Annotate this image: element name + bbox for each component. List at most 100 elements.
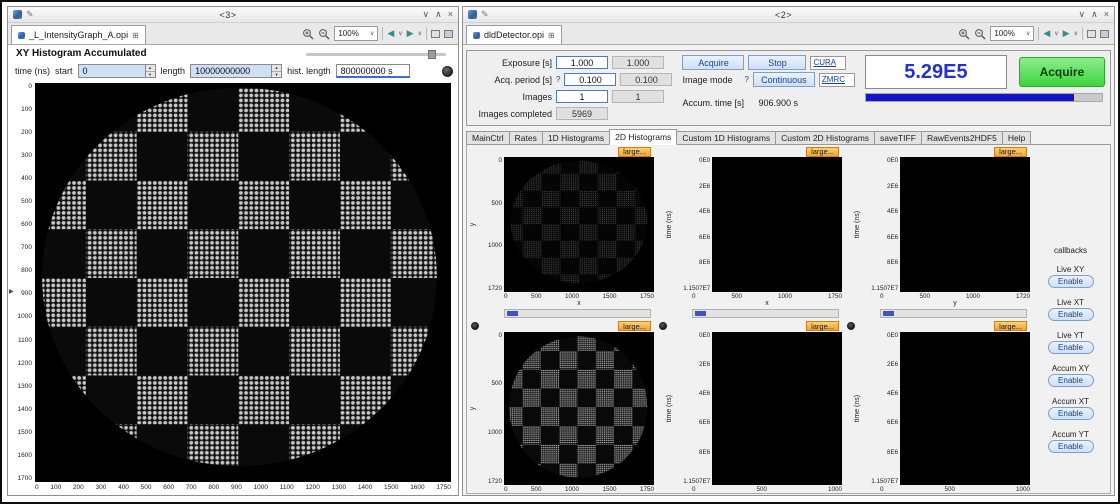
large-button[interactable]: large... [618, 147, 651, 157]
tab-mainctrl[interactable]: MainCtrl [466, 131, 510, 145]
toolbar-separator [382, 27, 383, 40]
images-set-field[interactable]: 1 [556, 90, 608, 103]
maximize-view-icon[interactable] [1100, 30, 1109, 38]
length-spinner[interactable]: ▲▼ [271, 65, 281, 77]
xy-histogram-plot: 0100200300400500600700800900100011001200… [10, 83, 451, 493]
tab-rates[interactable]: Rates [509, 131, 543, 145]
plot-slider[interactable] [504, 309, 651, 318]
zoom-level-select[interactable]: 100% ∨ [334, 26, 378, 41]
minimize-icon[interactable]: ∨ [1079, 9, 1086, 20]
pin-view-icon[interactable] [431, 30, 440, 38]
zoom-out-icon[interactable] [318, 28, 330, 40]
tab-2d-histograms[interactable]: 2D Histograms [609, 129, 677, 145]
enable-live-yt-button[interactable]: Enable [1048, 341, 1094, 354]
spin-down-icon[interactable]: ▼ [272, 72, 281, 78]
enable-accum-xy-button[interactable]: Enable [1048, 374, 1094, 387]
start-spinner[interactable]: ▲▼ [145, 65, 155, 77]
help-icon[interactable]: ? [744, 75, 748, 84]
zoom-level-select[interactable]: 100% ∨ [990, 26, 1034, 41]
exposure-set-field[interactable]: 1.000 [556, 56, 608, 69]
opi-file-icon [473, 32, 480, 39]
zoom-level-value: 100% [338, 29, 358, 38]
tab-grid-icon[interactable]: ⊞ [132, 31, 139, 40]
close-icon[interactable]: × [1104, 9, 1109, 20]
zoom-in-icon[interactable] [958, 28, 970, 40]
pin-view-icon[interactable] [1087, 30, 1096, 38]
navigate-back-icon[interactable]: ◀ [1043, 29, 1050, 38]
tab-help[interactable]: Help [1002, 131, 1031, 145]
large-button[interactable]: large... [994, 147, 1027, 157]
slider-thumb[interactable] [695, 311, 706, 316]
x-axis-ticks: 0500100015001750 [504, 292, 654, 300]
toolbar-separator [426, 27, 427, 40]
tab-savetiff[interactable]: saveTIFF [874, 131, 922, 145]
forward-history-chevron-icon[interactable]: ∨ [418, 30, 422, 37]
navigate-forward-icon[interactable]: ▶ [1063, 29, 1070, 38]
image-mode-select[interactable]: Continuous [753, 72, 815, 87]
status-led[interactable] [442, 66, 453, 77]
acq-period-set-field[interactable]: 0.100 [564, 73, 616, 86]
zmrc-link[interactable]: ZMRC [819, 73, 855, 87]
length-value[interactable]: 10000000000 [191, 65, 271, 77]
enable-live-xt-button[interactable]: Enable [1048, 308, 1094, 321]
large-button[interactable]: large... [994, 321, 1027, 331]
start-input[interactable]: 0 ▲▼ [78, 64, 156, 78]
navigate-forward-icon[interactable]: ▶ [407, 29, 414, 38]
maximize-view-icon[interactable] [444, 30, 453, 38]
cura-link[interactable]: CURA [810, 56, 846, 70]
slider-thumb[interactable] [507, 311, 518, 316]
large-button[interactable]: large... [806, 147, 839, 157]
plot-area [712, 332, 842, 486]
enable-accum-yt-button[interactable]: Enable [1048, 440, 1094, 453]
tick-label: 4E6 [887, 390, 898, 397]
forward-history-chevron-icon[interactable]: ∨ [1074, 30, 1078, 37]
intensity-slider[interactable] [306, 53, 446, 56]
toolbar: 100% ∨ ◀ ∨ ▶ ∨ [958, 26, 1111, 44]
close-icon[interactable]: × [448, 9, 453, 20]
spin-down-icon[interactable]: ▼ [146, 72, 155, 78]
maximize-icon[interactable]: ∧ [1091, 9, 1098, 20]
tick-label: 1000 [828, 486, 842, 493]
slider-thumb[interactable] [883, 311, 894, 316]
tab-rawevents2hdf5[interactable]: RawEvents2HDF5 [921, 131, 1003, 145]
length-input[interactable]: 10000000000 ▲▼ [190, 64, 282, 78]
navigate-back-icon[interactable]: ◀ [387, 29, 394, 38]
enable-live-xy-button[interactable]: Enable [1048, 275, 1094, 288]
plot-slider[interactable] [692, 309, 839, 318]
zoom-out-icon[interactable] [974, 28, 986, 40]
tab-custom-1d-histograms[interactable]: Custom 1D Histograms [676, 131, 776, 145]
tick-label: 1000 [488, 242, 502, 249]
start-value[interactable]: 0 [79, 65, 145, 77]
tab-1d-histograms[interactable]: 1D Histograms [542, 131, 610, 145]
time-units-label: time (ns) [15, 66, 50, 76]
large-button[interactable]: large... [618, 321, 651, 331]
tick-label: 1000 [966, 293, 980, 300]
acquire-big-button[interactable]: Acquire [1019, 57, 1105, 87]
tab-grid-icon[interactable]: ⊞ [548, 31, 555, 40]
stop-button[interactable]: Stop [748, 55, 806, 70]
plot-panel-accum-yt: large... time (ns) 0E02E64E66E68E61.1507… [844, 321, 1030, 494]
chevron-down-icon: ∨ [1026, 30, 1030, 37]
tab-custom-2d-histograms[interactable]: Custom 2D Histograms [775, 131, 875, 145]
tab-dld-detector-opi[interactable]: dldDetector.opi ⊞ [466, 25, 562, 44]
tick-label: 2E6 [699, 361, 710, 368]
back-history-chevron-icon[interactable]: ∨ [398, 30, 402, 37]
maximize-icon[interactable]: ∧ [435, 9, 442, 20]
large-button[interactable]: large... [806, 321, 839, 331]
tick-label: 500 [919, 293, 930, 300]
tick-label: 100 [50, 484, 61, 493]
tab-intensity-graph-opi[interactable]: _L_IntensityGraph_A.opi ⊞ [11, 25, 146, 44]
plot-area [35, 83, 451, 482]
acquire-button[interactable]: Acquire [682, 55, 744, 70]
plot-slider[interactable] [880, 309, 1027, 318]
slider-thumb[interactable] [428, 50, 436, 59]
enable-accum-xt-button[interactable]: Enable [1048, 407, 1094, 420]
zoom-in-icon[interactable] [302, 28, 314, 40]
tick-label: 0 [35, 484, 39, 493]
titlebar[interactable]: ✎ <3> ∨ ∧ × [8, 7, 458, 23]
titlebar[interactable]: ✎ <2> ∨ ∧ × [463, 7, 1114, 23]
back-history-chevron-icon[interactable]: ∨ [1054, 30, 1058, 37]
minimize-icon[interactable]: ∨ [423, 9, 430, 20]
hist-length-input[interactable]: 800000000 s [336, 64, 410, 78]
help-icon[interactable]: ? [556, 75, 560, 84]
